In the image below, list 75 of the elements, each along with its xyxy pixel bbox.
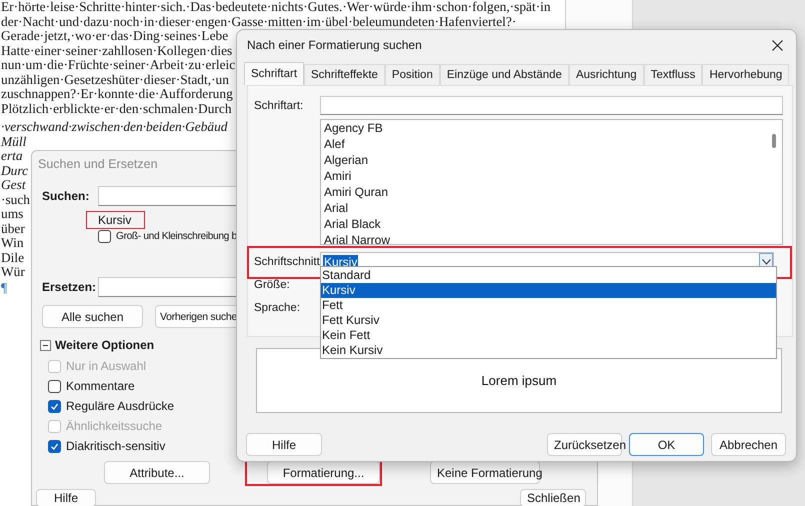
list-item[interactable]: Kursiv — [321, 283, 776, 298]
dialog-button[interactable]: OK — [629, 433, 704, 456]
list-item[interactable]: Standard — [321, 268, 776, 283]
help-button[interactable]: Hilfe — [246, 433, 322, 456]
list-item[interactable]: Fett — [321, 298, 776, 313]
checkbox-label: Nur in Auswahl — [66, 359, 146, 373]
text-line: ums — [1, 207, 24, 222]
find-button[interactable]: Alle suchen — [42, 305, 143, 328]
list-item[interactable]: Arial — [321, 200, 348, 216]
text-line: erta — [1, 149, 23, 164]
checkbox[interactable] — [48, 400, 61, 412]
dialog-title: Suchen und Ersetzen — [37, 156, 158, 173]
check-icon — [50, 402, 59, 410]
dialog-button[interactable]: Abbrechen — [711, 433, 786, 456]
text-line: nun·um·die·Früchte·seiner·Arbeit·zu·erleic — [1, 58, 236, 72]
checkbox-label: Diakritisch-sensitiv — [66, 439, 166, 453]
field-label: Schriftart: — [254, 100, 304, 112]
text-line: Plötzlich·erblickte·er·den·schmalen·Durch — [1, 102, 232, 116]
list-item[interactable]: Arial Black — [321, 216, 381, 232]
tab[interactable]: Textfluss — [644, 64, 702, 85]
dialog-title: Nach einer Formatierung suchen — [247, 38, 422, 52]
tab[interactable]: Ausrichtung — [568, 64, 644, 85]
list-item[interactable]: Amiri — [321, 168, 352, 184]
text-line: Win — [1, 236, 24, 250]
list-item[interactable]: Fett Kursiv — [321, 313, 776, 328]
checkbox[interactable] — [48, 440, 61, 452]
text-line: Müll — [1, 134, 26, 149]
close-icon[interactable] — [772, 40, 783, 50]
checkbox-label: Reguläre Ausdrücke — [66, 399, 174, 413]
paragraph-mark: ¶ — [1, 280, 8, 295]
tab[interactable]: Schrifteffekte — [304, 64, 385, 85]
text-line: über — [1, 222, 25, 236]
preview-text: Lorem ipsum — [481, 373, 557, 388]
checkbox-label: Ähnlichkeitssuche — [66, 419, 162, 433]
checkbox[interactable] — [48, 380, 61, 392]
check-icon — [50, 442, 59, 450]
list-item[interactable]: Kein Fett — [321, 328, 776, 343]
format-button[interactable]: Formatierung... — [267, 461, 380, 484]
text-line: unzähligen·Gesetzeshüter·dieser·Stadt,·un — [1, 72, 229, 87]
text-line: Dile — [1, 250, 24, 265]
tab[interactable]: Einzüge und Abstände — [440, 64, 569, 85]
text-line: zuschnappen?·Er·konnte·die·Aufforderung — [1, 87, 233, 102]
collapse-icon[interactable] — [40, 340, 51, 350]
checkbox[interactable] — [98, 230, 111, 243]
list-item[interactable]: Kein Kursiv — [321, 343, 776, 358]
text-line: Durc — [1, 164, 28, 178]
list-item[interactable]: Amiri Quran — [321, 184, 388, 200]
format-button[interactable]: Attribute... — [104, 461, 210, 484]
text-line: Gerade·jetzt,·wo·er·das·Ding·seines·Lebe — [1, 29, 228, 44]
chevron-down-icon — [762, 258, 770, 264]
text-line: Hatte·einer·seiner·zahllosen·Kollegen·dies — [1, 44, 232, 58]
format-button[interactable]: Keine Formatierung — [430, 461, 540, 484]
section-label: Weitere Optionen — [55, 338, 154, 352]
close-button[interactable]: Schließen — [520, 489, 586, 506]
field-label: Schriftschnitt: — [254, 256, 320, 268]
text-line: Er·hörte·leise·Schritte·hinter·sich.·Das·bedeutete·nichts·Gutes.·Wer·würde·ihm·schon·folgen,·spät·in — [1, 0, 551, 14]
list-item[interactable]: Agency FB — [321, 120, 383, 136]
field-label: Größe: — [254, 279, 290, 291]
field-label: Ersetzen: — [42, 280, 98, 294]
text-line: ·such — [1, 192, 30, 207]
help-button[interactable]: Hilfe — [36, 489, 96, 506]
text-line: ·verschwand·zwischen·den·beiden·Gebäud — [1, 118, 228, 134]
list-item[interactable]: Arial Narrow — [321, 232, 390, 244]
attribute-text: Kursiv — [87, 212, 144, 228]
text-line: Wür — [1, 265, 25, 280]
tab[interactable]: Schriftart — [244, 62, 304, 85]
font-name-field[interactable] — [320, 96, 783, 115]
checkbox-label: Kommentare — [66, 379, 135, 393]
list-item[interactable]: Alef — [321, 136, 345, 152]
list-item[interactable]: Algerian — [321, 152, 368, 168]
text-line: der·Nacht·und·dazu·noch·in·dieser·engen·Gasse·mitten·im·übel·beleumundeten·Hafenviertel?· — [1, 14, 516, 29]
field-label: Suchen: — [42, 189, 90, 203]
tab[interactable]: Position — [384, 64, 440, 85]
tab[interactable]: Hervorhebung — [702, 64, 790, 85]
text-line: Gest — [1, 178, 26, 192]
